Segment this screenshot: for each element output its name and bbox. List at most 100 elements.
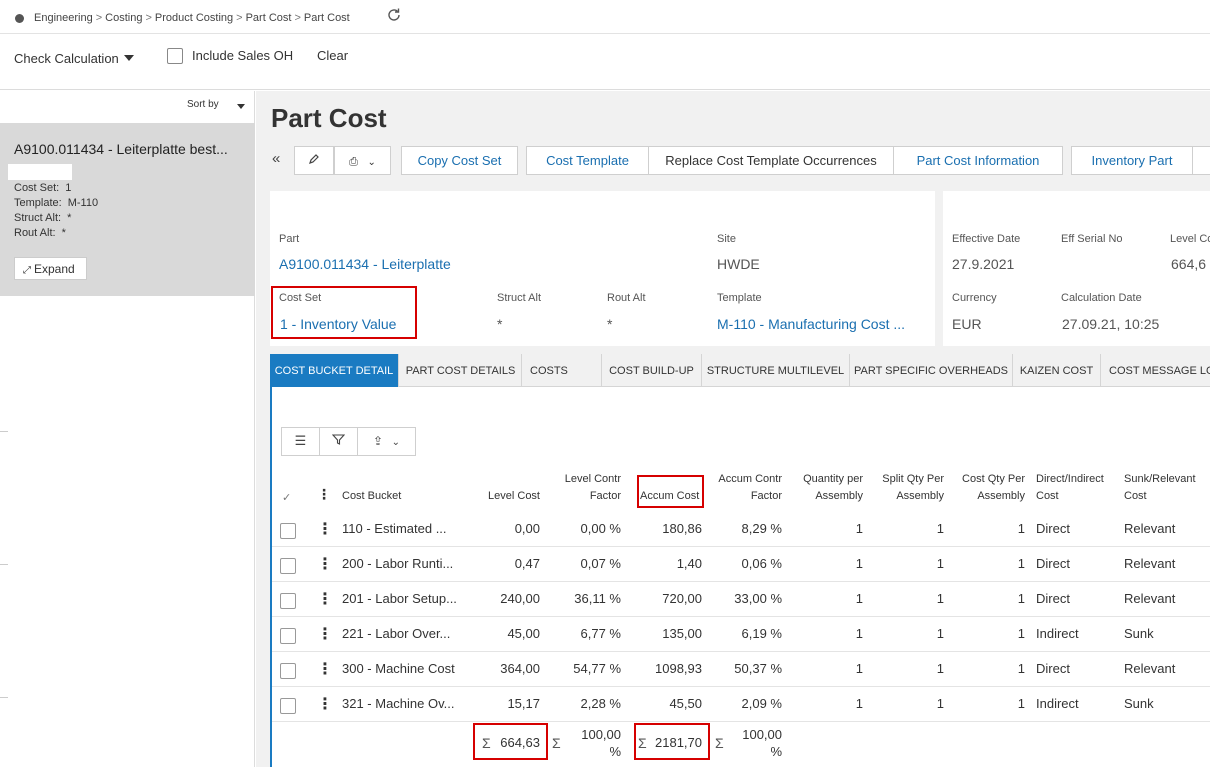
more-actions-dropdown[interactable]: ⎙ ⌄ [334,146,391,175]
row-checkbox[interactable] [280,593,296,609]
part-label: Part [279,233,300,245]
row-menu-icon[interactable]: ⋮ [317,624,333,644]
include-sales-oh-checkbox[interactable] [167,48,183,64]
filter-icon[interactable] [320,428,358,455]
accum-factor-cell: 6,19 % [741,626,782,641]
collapse-left-icon[interactable]: « [272,150,280,167]
home-icon[interactable] [15,14,24,23]
table-row[interactable]: ⋮ 110 - Estimated ... 0,00 0,00 % 180,86… [272,512,1210,547]
chevron-right-icon: > [145,12,152,24]
cost-qty-cell: 1 [1017,626,1025,641]
header-sunk-relevant-cost[interactable]: Sunk/Relevant Cost [1124,471,1196,505]
eff-serial-label: Eff Serial No [1061,233,1123,245]
select-all-checkmark[interactable]: ✓ [282,490,291,507]
cost-bucket-link[interactable]: 110 - Estimated ... [342,521,447,536]
page-title: Part Cost [271,103,387,133]
table-row[interactable]: ⋮ 321 - Machine Ov... 15,17 2,28 % 45,50… [272,687,1210,722]
header-cost-bucket[interactable]: Cost Bucket [342,488,401,505]
tab-kaizen-cost[interactable]: KAIZEN COST [1013,354,1101,387]
cost-bucket-link[interactable]: 221 - Labor Over... [342,626,450,641]
header-line: Cost [1124,490,1147,502]
struct-alt-label: Struct Alt [497,292,542,304]
tab-cost-message-log[interactable]: COST MESSAGE LO [1101,354,1210,387]
header-cost-qty-per-assembly[interactable]: Cost Qty Per Assembly [948,471,1025,505]
tab-part-specific-overheads[interactable]: PART SPECIFIC OVERHEADS [850,354,1013,387]
sunk-relevant-cell: Sunk [1124,696,1154,711]
table-row[interactable]: ⋮ 201 - Labor Setup... 240,00 36,11 % 72… [272,582,1210,617]
row-menu-icon[interactable]: ⋮ [317,554,333,574]
copy-cost-set-button[interactable]: Copy Cost Set [401,146,518,175]
inventory-part-button[interactable]: Inventory Part [1071,146,1193,175]
column-chooser-icon[interactable]: ☰ [282,428,320,455]
header-split-qty-per-assembly[interactable]: Split Qty Per Assembly [868,471,944,505]
export-dropdown[interactable]: ⇪ ⌄ [358,428,415,455]
chevron-right-icon: > [95,12,103,24]
template-label: Template: [14,197,62,209]
row-checkbox[interactable] [280,698,296,714]
tab-structure-multilevel[interactable]: STRUCTURE MULTILEVEL [702,354,850,387]
breadcrumb-item[interactable]: Part Cost [246,12,292,24]
cost-bucket-link[interactable]: 201 - Labor Setup... [342,591,457,606]
tab-costs[interactable]: COSTS [522,354,602,387]
table-row[interactable]: ⋮ 200 - Labor Runti... 0,47 0,07 % 1,40 … [272,547,1210,582]
cost-qty-cell: 1 [1017,696,1025,711]
total-accum-factor: 100,00% [722,726,782,760]
more-button[interactable] [1192,146,1210,175]
table-row[interactable]: ⋮ 221 - Labor Over... 45,00 6,77 % 135,0… [272,617,1210,652]
header-accum-contr-factor[interactable]: Accum Contr Factor [706,471,782,505]
row-menu-icon[interactable]: ⋮ [317,659,333,679]
breadcrumb-item[interactable]: Product Costing [155,12,233,24]
include-sales-oh-label[interactable]: Include Sales OH [192,48,293,63]
row-checkbox[interactable] [280,628,296,644]
calculation-date-label: Calculation Date [1061,292,1142,304]
export-icon: ⇪ [372,434,384,448]
header-line: Assembly [815,490,863,502]
header-level-cost[interactable]: Level Cost [470,488,540,505]
record-title: A9100.011434 - Leiterplatte best... [14,141,228,157]
row-checkbox[interactable] [280,523,296,539]
clear-button[interactable]: Clear [317,48,348,63]
total-accum-factor-value: 100,00 [742,727,782,742]
cost-template-button[interactable]: Cost Template [526,146,649,175]
sort-by-button[interactable]: Sort by [187,99,219,110]
caret-down-icon[interactable] [237,104,245,109]
cost-qty-cell: 1 [1017,556,1025,571]
replace-cost-template-button[interactable]: Replace Cost Template Occurrences [648,146,894,175]
header-quantity-per-assembly[interactable]: Quantity per Assembly [788,471,863,505]
row-menu-icon[interactable]: ⋮ [317,519,333,539]
header-direct-indirect-cost[interactable]: Direct/Indirect Cost [1036,471,1104,505]
breadcrumb-item[interactable]: Costing [105,12,142,24]
check-calculation-dropdown[interactable]: Check Calculation [14,51,134,66]
refresh-icon[interactable] [386,7,402,23]
row-checkbox[interactable] [280,558,296,574]
header-level-contr-factor[interactable]: Level Contr Factor [545,471,621,505]
breadcrumb-item[interactable]: Engineering [34,12,93,24]
row-menu-icon[interactable]: ⋮ [317,589,333,609]
tab-cost-build-up[interactable]: COST BUILD-UP [602,354,702,387]
level-factor-cell: 0,00 % [580,521,621,536]
row-checkbox[interactable] [280,663,296,679]
expand-button[interactable]: ⤢ Expand [14,257,87,280]
cost-bucket-link[interactable]: 300 - Machine Cost [342,661,455,676]
divider [0,697,8,698]
column-menu-icon[interactable]: ⋮ [317,486,331,503]
template-link[interactable]: M-110 - Manufacturing Cost ... [717,316,905,332]
header-line: Cost Qty Per [962,473,1025,485]
split-qty-cell: 1 [936,591,944,606]
sunk-relevant-cell: Relevant [1124,521,1176,536]
table-row[interactable]: ⋮ 300 - Machine Cost 364,00 54,77 % 1098… [272,652,1210,687]
header-line: Sunk/Relevant [1124,473,1196,485]
edit-button[interactable] [294,146,334,175]
part-link[interactable]: A9100.011434 - Leiterplatte [279,256,451,272]
part-cost-information-button[interactable]: Part Cost Information [893,146,1063,175]
cost-bucket-link[interactable]: 200 - Labor Runti... [342,556,453,571]
site-label: Site [717,233,736,245]
header-line: Assembly [896,490,944,502]
cost-bucket-link[interactable]: 321 - Machine Ov... [342,696,454,711]
selected-record-card[interactable]: A9100.011434 - Leiterplatte best... Cost… [0,123,255,296]
tab-part-cost-details[interactable]: PART COST DETAILS [400,354,522,387]
calculation-date-value: 27.09.21, 10:25 [1062,316,1160,332]
tab-cost-bucket-detail[interactable]: COST BUCKET DETAIL [270,354,399,387]
header-line: Direct/Indirect [1036,473,1104,485]
row-menu-icon[interactable]: ⋮ [317,694,333,714]
